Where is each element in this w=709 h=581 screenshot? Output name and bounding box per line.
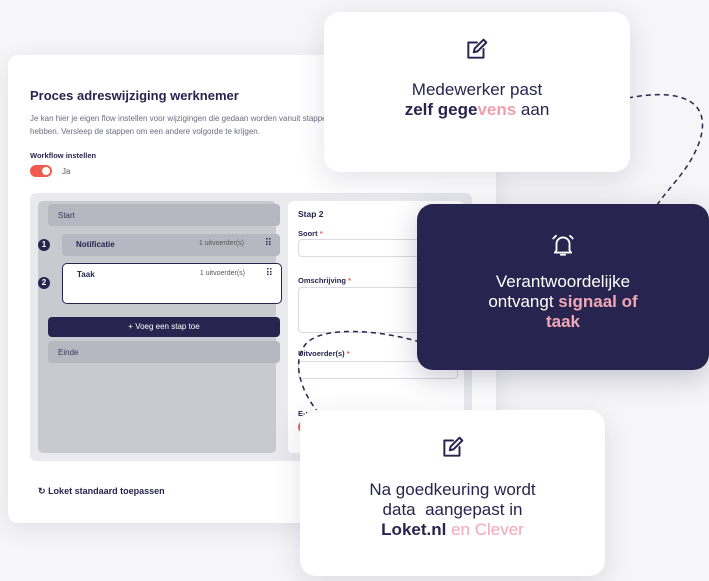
feature-card-approval: Na goedkeuring wordt data aangepast in L… xyxy=(300,410,605,576)
card2-line1: Verantwoordelijke xyxy=(495,272,631,291)
card1-bold: zelf gege xyxy=(404,100,478,119)
card2-line3: taak xyxy=(545,312,581,331)
edit-icon xyxy=(442,436,463,457)
card1-line1: Medewerker past xyxy=(411,80,543,99)
card3-line3: Loket.nl en Clever xyxy=(300,520,605,540)
card3-line1: Na goedkeuring wordt xyxy=(369,480,536,499)
card1-line2: zelf gegevens aan xyxy=(324,100,630,120)
feature-card-responsible: Verantwoordelijke ontvangt signaal of ta… xyxy=(417,204,709,370)
card3-line2: data aangepast in xyxy=(382,500,523,519)
card1-fade: vens xyxy=(477,100,517,119)
card2-line2: ontvangt signaal of xyxy=(417,292,709,312)
card1-tail: aan xyxy=(516,100,550,119)
feature-card-employee: Medewerker past zelf gegevens aan xyxy=(324,12,630,172)
card3-highlight: en Clever xyxy=(446,520,524,539)
alarm-bell-icon xyxy=(552,234,574,256)
card2-line2-text: ontvangt xyxy=(488,292,559,311)
card2-highlight: signaal of xyxy=(558,292,638,311)
card3-bold: Loket.nl xyxy=(381,520,447,539)
edit-icon xyxy=(467,38,488,59)
